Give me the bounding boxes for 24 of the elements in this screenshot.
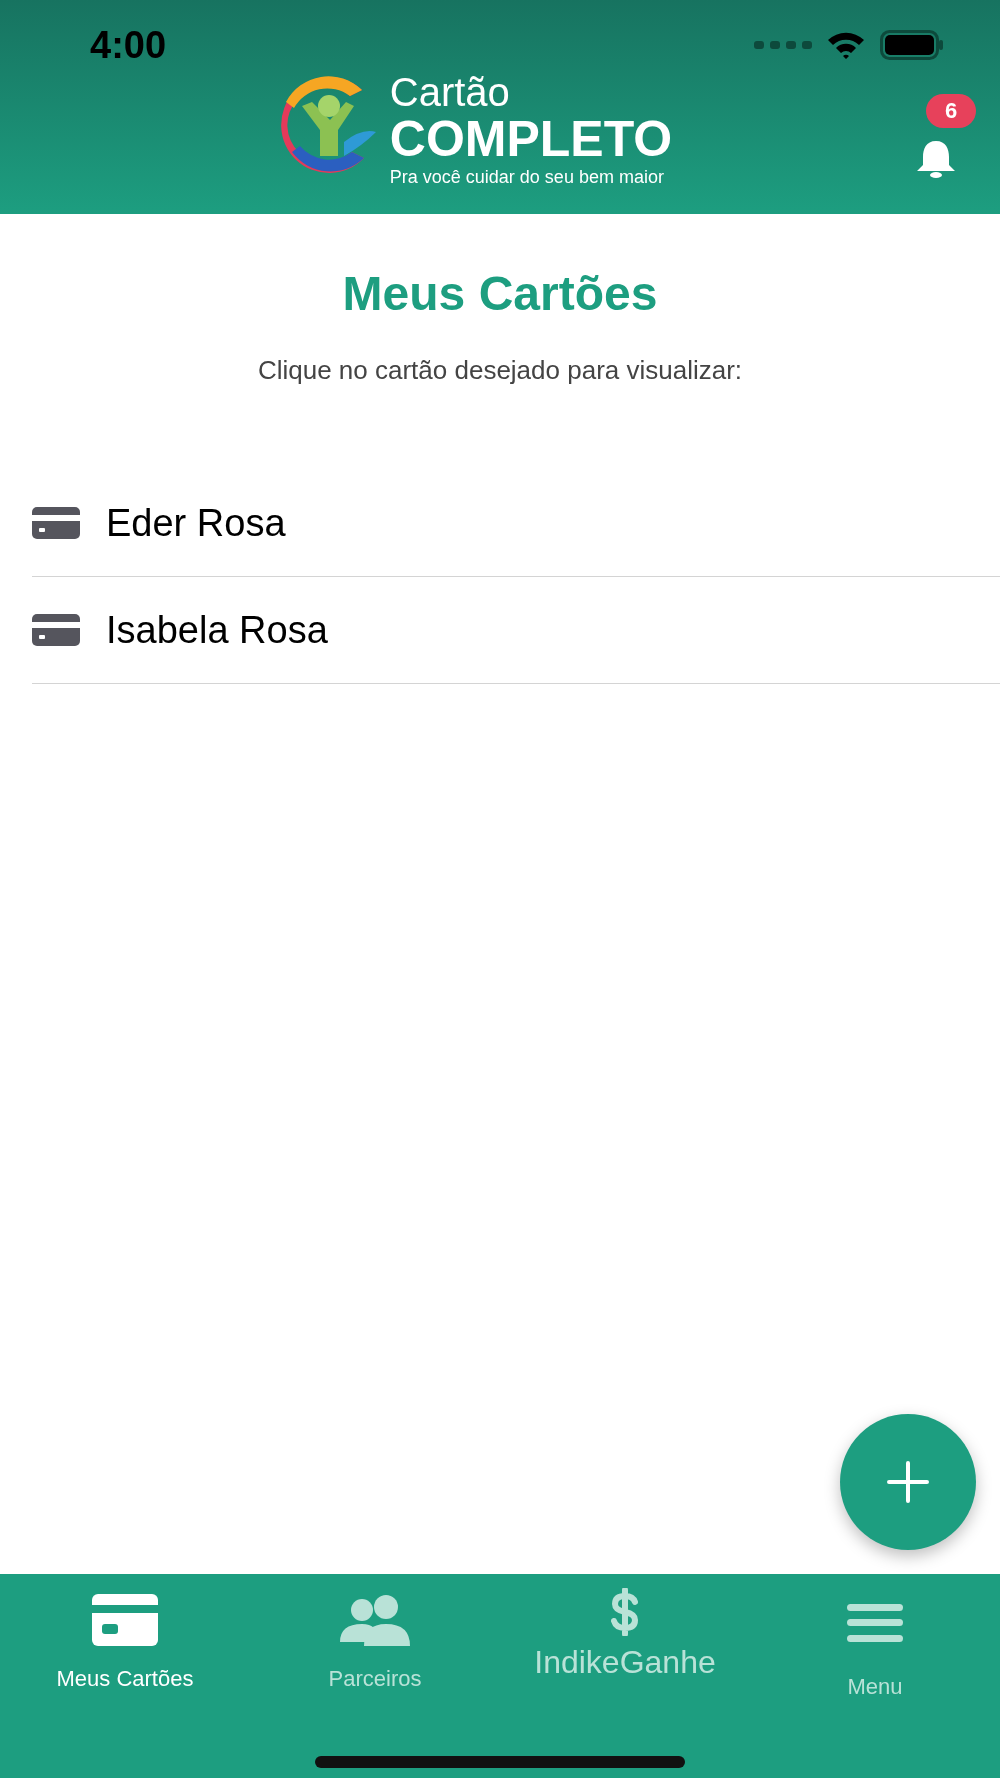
status-time: 4:00 [90, 23, 167, 67]
notification-badge: 6 [926, 94, 976, 128]
battery-icon [880, 30, 944, 60]
signal-icon [754, 40, 812, 50]
card-icon [92, 1594, 158, 1646]
card-icon [32, 614, 80, 646]
card-list-item[interactable]: Isabela Rosa [32, 577, 1000, 684]
tab[interactable]: Meus Cartões [0, 1574, 250, 1724]
card-icon [32, 507, 80, 539]
plus-icon [887, 1461, 929, 1503]
wifi-icon [826, 30, 866, 60]
logo-text: COMPLETO [389, 114, 673, 164]
menu-icon [847, 1602, 903, 1644]
tab[interactable]: Parceiros [250, 1574, 500, 1724]
dollar-icon [610, 1588, 640, 1636]
page-title: Meus Cartões [341, 266, 659, 321]
add-button[interactable] [840, 1414, 976, 1550]
people-icon [340, 1594, 410, 1646]
card-list-item[interactable]: Eder Rosa [32, 470, 1000, 577]
tab[interactable]: Menu [750, 1574, 1000, 1724]
logo-text: Cartão [389, 72, 511, 112]
page-subtitle: Clique no cartão desejado para visualizar: [256, 355, 744, 386]
logo-tagline: Pra você cuidar do seu bem maior [389, 168, 665, 186]
tab[interactable]: IndikeGanhe [500, 1574, 750, 1724]
